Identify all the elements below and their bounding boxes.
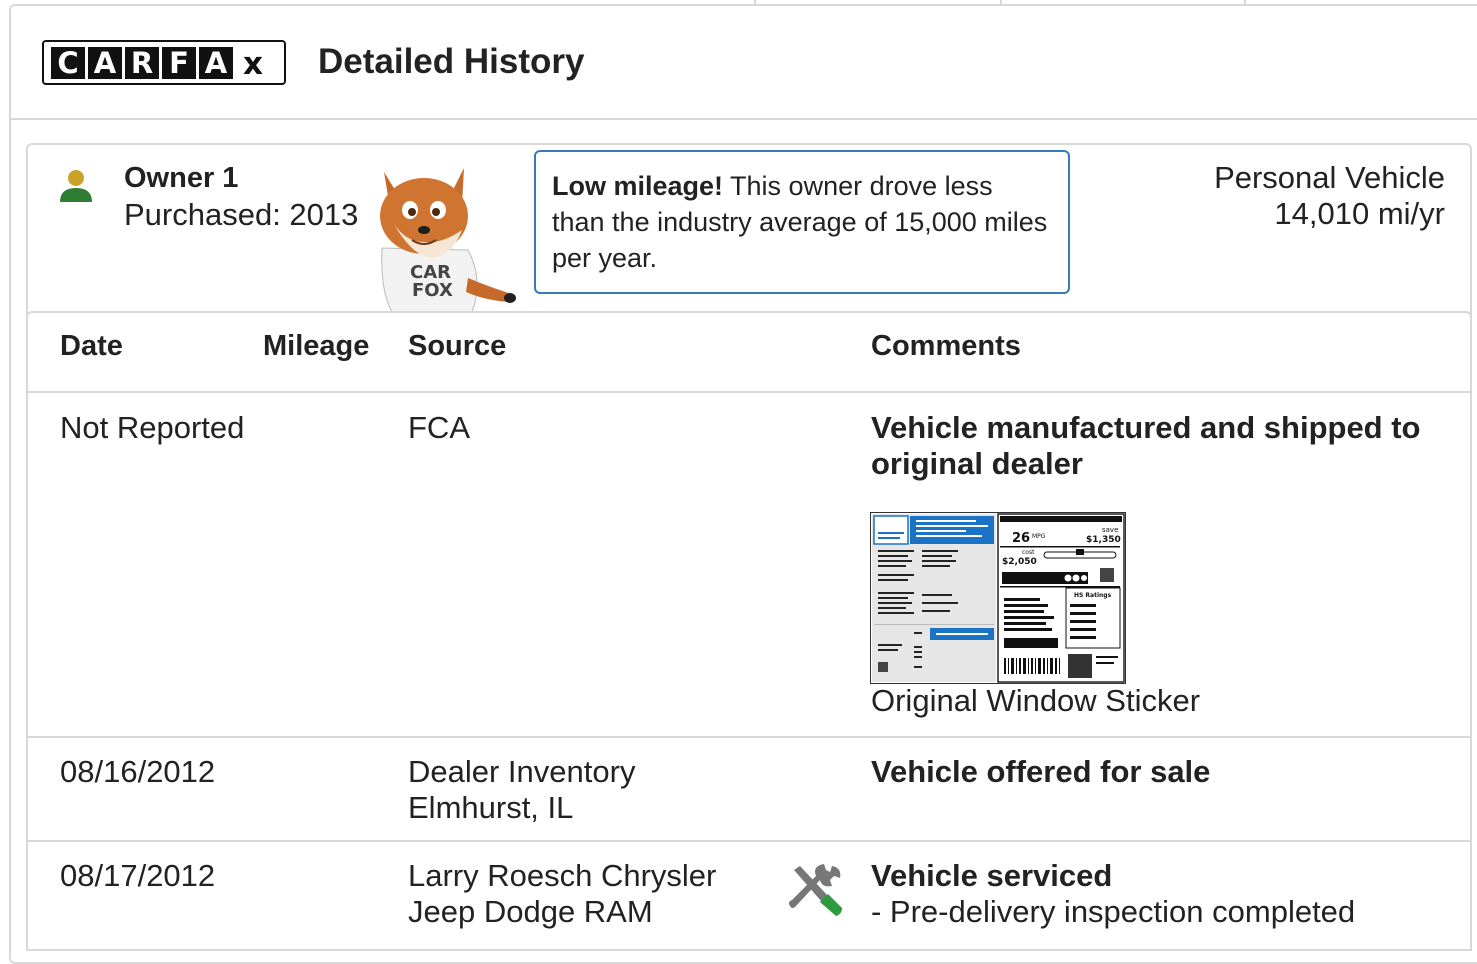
carfox-mascot-image: CAR FOX xyxy=(380,168,516,312)
column-header-date: Date xyxy=(60,330,123,362)
annual-mileage: 14,010 mi/yr xyxy=(1274,196,1445,231)
column-header-source: Source xyxy=(408,330,507,362)
row-source: Dealer Inventory xyxy=(408,754,636,789)
column-header-comments: Comments xyxy=(871,330,1021,362)
row-comment-detail: - Pre-delivery inspection completed xyxy=(871,894,1356,929)
logo-letter: R xyxy=(125,46,159,80)
sticker-ratings-label: HS Ratings xyxy=(1074,592,1112,599)
row-source-location: Jeep Dodge RAM xyxy=(408,894,653,929)
row-date: 08/17/2012 xyxy=(60,858,216,893)
row-source-location: Elmhurst, IL xyxy=(408,790,574,825)
row-date: Not Reported xyxy=(60,410,245,445)
row-source: FCA xyxy=(408,410,470,445)
sticker-cost-label: cost xyxy=(1022,549,1035,556)
row-comment-title: Vehicle offered for sale xyxy=(871,754,1211,789)
mascot-shirt-text: FOX xyxy=(412,280,453,301)
sticker-mpg-unit: MPG xyxy=(1032,533,1046,540)
vehicle-use-type: Personal Vehicle xyxy=(1214,160,1445,195)
sticker-save-value: $1,350 xyxy=(1086,535,1121,545)
low-mileage-callout: Low mileage! This owner drove less than … xyxy=(534,150,1070,294)
row-divider xyxy=(28,840,1470,842)
page-title: Detailed History xyxy=(318,42,585,81)
sticker-save-label: save xyxy=(1102,526,1118,534)
owner-purchase-year: Purchased: 2013 xyxy=(124,197,359,232)
row-comment-title: Vehicle manufactured and shipped to orig… xyxy=(871,410,1421,481)
sticker-mpg-value: 26 xyxy=(1012,531,1030,546)
section-header: C A R F A x Detailed History xyxy=(10,6,1477,120)
row-date: 08/16/2012 xyxy=(60,754,216,789)
row-divider xyxy=(28,736,1470,738)
sticker-cost-value: $2,050 xyxy=(1002,557,1037,567)
logo-letter: F xyxy=(162,46,196,80)
logo-letter: A xyxy=(199,46,233,80)
row-source: Larry Roesch Chrysler xyxy=(408,858,717,893)
logo-letter: x xyxy=(243,45,263,82)
wrench-screwdriver-icon xyxy=(788,864,842,916)
window-sticker-link[interactable]: Original Window Sticker xyxy=(871,683,1200,719)
row-comment-title: Vehicle serviced xyxy=(871,858,1113,893)
owner-name: Owner 1 xyxy=(124,162,239,194)
row-divider xyxy=(28,391,1470,393)
person-icon xyxy=(60,170,92,202)
column-header-mileage: Mileage xyxy=(263,330,370,362)
history-table xyxy=(26,311,1472,951)
logo-letter: A xyxy=(88,46,122,80)
window-sticker-thumbnail[interactable]: 26 MPG save $1,350 cost $2,050 HS Rating… xyxy=(870,512,1126,684)
logo-letter: C xyxy=(51,46,85,80)
callout-highlight: Low mileage! xyxy=(552,171,724,201)
carfax-logo[interactable]: C A R F A x xyxy=(42,40,286,85)
